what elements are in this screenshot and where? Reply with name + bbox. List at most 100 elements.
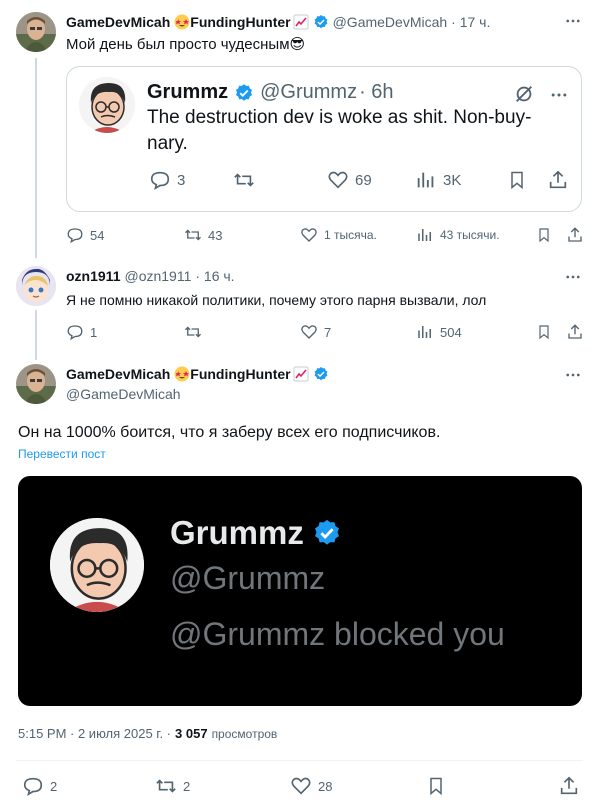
quote-author[interactable]: Grummz	[147, 81, 228, 104]
main-meta-row: 5:15 PM · 2 июля 2025 г. · 3 057 просмот…	[18, 726, 277, 741]
main-reply-button[interactable]: 2	[22, 775, 57, 797]
chart-up-emoji-icon	[293, 14, 309, 30]
post1-more-icon[interactable]	[564, 12, 582, 30]
quote-like-count: 69	[355, 171, 372, 189]
repost-icon	[185, 326, 201, 338]
main-reply-count: 2	[50, 778, 58, 794]
quote-time[interactable]: · 6h	[359, 81, 393, 104]
post1-text: Мой день был просто чудесным😎	[66, 36, 306, 53]
star-struck-emoji-icon	[174, 366, 190, 382]
repost-icon	[234, 173, 254, 187]
grok-icon[interactable]	[513, 83, 535, 105]
post1-reply-button[interactable]: 54	[66, 226, 104, 244]
main-timestamp[interactable]: 5:15 PM · 2 июля 2025 г. ·	[18, 726, 171, 741]
quote-bookmark-icon[interactable]	[507, 169, 527, 191]
main-handle[interactable]: @GameDevMicah	[66, 386, 181, 402]
post1-author-suffix[interactable]: FundingHunter	[190, 14, 290, 30]
post1-reply-count: 54	[90, 227, 105, 243]
quote-more-icon[interactable]	[549, 85, 569, 105]
post1-views-button[interactable]: 43 тысячи.	[416, 226, 500, 244]
post1-like-button[interactable]: 1 тысяча.	[300, 226, 377, 244]
main-views-count: 3 057	[175, 726, 208, 741]
post1-repost-count: 43	[208, 227, 223, 243]
main-like-count: 28	[318, 778, 333, 794]
image-handle: @Grummz	[170, 560, 326, 596]
post1-author-name[interactable]: GameDevMicah	[66, 14, 170, 30]
attached-image[interactable]: Grummz @Grummz @Grummz blocked you	[18, 476, 582, 706]
avatar-gamedevmicah-main[interactable]	[16, 364, 56, 404]
quote-header: Grummz @Grummz · 6h	[147, 81, 394, 104]
reply-icon	[67, 228, 83, 244]
main-repost-count: 2	[183, 778, 191, 794]
verified-badge-icon	[312, 518, 342, 548]
verified-badge-icon	[313, 366, 329, 382]
main-bookmark-icon[interactable]	[426, 775, 446, 797]
post1-views-count: 43 тысячи.	[440, 228, 500, 242]
main-author-name[interactable]: GameDevMicah	[66, 366, 170, 382]
post2-reply-button[interactable]: 1	[66, 323, 97, 341]
quote-card[interactable]: Grummz @Grummz · 6h The destruction dev …	[66, 66, 582, 212]
quote-like-button[interactable]: 69	[327, 169, 372, 191]
views-icon	[418, 229, 431, 241]
main-author-suffix[interactable]: FundingHunter	[190, 366, 290, 382]
post1-time[interactable]: · 17 ч.	[451, 14, 490, 30]
post1-bookmark-icon[interactable]	[536, 226, 552, 244]
quote-share-icon[interactable]	[547, 169, 569, 191]
post2-like-button[interactable]: 7	[300, 323, 331, 341]
post1-header: GameDevMicah FundingHunter @GameDevMicah…	[66, 12, 490, 32]
post2-like-count: 7	[324, 324, 332, 340]
post2-reply-count: 1	[90, 324, 98, 340]
post2-bookmark-icon[interactable]	[536, 323, 552, 341]
main-like-button[interactable]: 28	[290, 775, 332, 797]
post2-share-icon[interactable]	[566, 323, 584, 341]
avatar-gamedevmicah[interactable]	[16, 12, 56, 52]
quote-repost-button[interactable]	[233, 169, 261, 191]
post2-header: ozn1911 @ozn1911 · 16 ч.	[66, 268, 235, 284]
post1-repost-button[interactable]: 43	[184, 226, 222, 244]
main-author-row: GameDevMicah FundingHunter	[66, 366, 329, 382]
heart-icon	[328, 171, 348, 189]
quote-reply-count: 3	[177, 171, 186, 189]
post1-handle[interactable]: @GameDevMicah	[333, 14, 448, 30]
image-name: Grummz	[170, 514, 304, 551]
heart-icon	[301, 228, 317, 242]
translate-post-link[interactable]: Перевести пост	[18, 447, 106, 461]
views-icon	[418, 326, 431, 338]
quote-handle[interactable]: @Grummz	[260, 81, 357, 104]
grummz-avatar-large	[50, 518, 144, 612]
main-share-icon[interactable]	[558, 775, 580, 797]
divider	[16, 760, 583, 761]
verified-badge-icon	[234, 83, 254, 103]
main-more-icon[interactable]	[564, 366, 582, 384]
post1-like-count: 1 тысяча.	[324, 228, 377, 242]
post1-share-icon[interactable]	[566, 226, 584, 244]
star-struck-emoji-icon	[174, 14, 190, 30]
thread-line-2	[35, 310, 37, 360]
chart-up-emoji-icon	[293, 366, 309, 382]
repost-icon	[185, 229, 201, 241]
quote-views-count: 3K	[443, 171, 462, 189]
repost-icon	[156, 779, 176, 793]
post2-time[interactable]: · 16 ч.	[195, 268, 234, 284]
post2-author-name[interactable]: ozn1911	[66, 268, 120, 284]
grummz-avatar-small[interactable]	[79, 77, 135, 133]
thread-line	[35, 58, 37, 258]
post2-views-count: 504	[440, 324, 462, 340]
quote-text-line1: The destruction dev is woke as shit. Non…	[147, 107, 532, 128]
quote-reply-button[interactable]: 3	[149, 169, 185, 191]
avatar-ozn1911[interactable]	[16, 266, 56, 306]
main-repost-button[interactable]: 2	[155, 775, 190, 797]
verified-badge-icon	[313, 14, 329, 30]
reply-icon	[23, 777, 43, 796]
post2-text: Я не помню никакой политики, почему этог…	[66, 292, 487, 308]
post2-handle[interactable]: @ozn1911	[124, 268, 191, 284]
reply-icon	[67, 325, 83, 341]
quote-views-button[interactable]: 3K	[415, 169, 461, 191]
heart-icon	[291, 777, 311, 795]
main-views-label: просмотров	[211, 726, 278, 741]
post2-repost-button[interactable]	[184, 323, 208, 341]
quote-text-line2: nary.	[147, 133, 188, 154]
image-name-row: Grummz	[170, 514, 342, 552]
post2-views-button[interactable]: 504	[416, 323, 462, 341]
post2-more-icon[interactable]	[564, 268, 582, 286]
